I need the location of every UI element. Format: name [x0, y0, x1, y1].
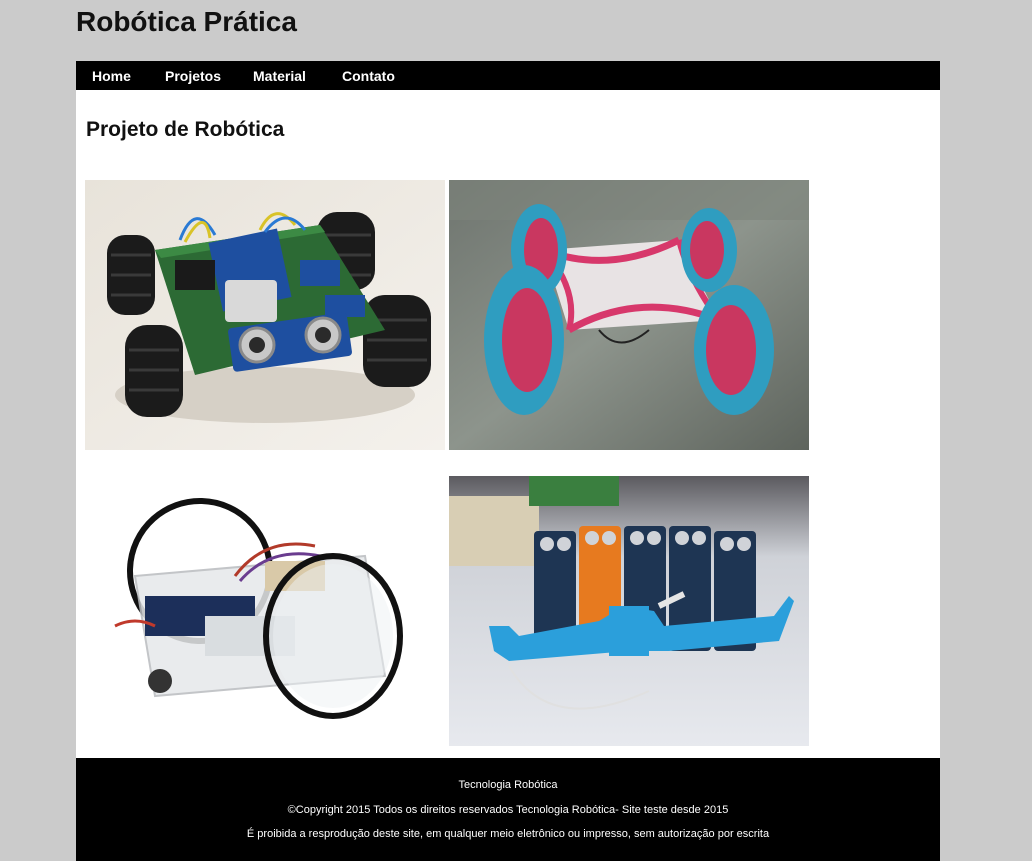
nav-item-material[interactable]: Material: [253, 61, 306, 90]
footer-notice: É proibida a resprodução deste site, em …: [246, 828, 770, 840]
site-title: Robótica Prática: [76, 6, 297, 37]
footer-title: Tecnologia Robótica: [458, 779, 558, 791]
page-title: Projeto de Robótica: [86, 118, 285, 141]
battery-servo-photo: [449, 476, 809, 746]
robot-car-photo: [85, 180, 445, 450]
nav-item-contato[interactable]: Contato: [342, 61, 395, 90]
nav-item-home[interactable]: Home: [92, 61, 131, 90]
main-nav: Home Projetos Material Contato: [76, 61, 940, 90]
acrylic-robot-photo: [85, 476, 445, 746]
quad-wheel-robot-photo: [449, 180, 809, 450]
footer-copyright: ©Copyright 2015 Todos os direitos reserv…: [287, 804, 729, 816]
footer: Tecnologia Robótica ©Copyright 2015 Todo…: [76, 758, 940, 861]
nav-item-projetos[interactable]: Projetos: [165, 61, 221, 90]
